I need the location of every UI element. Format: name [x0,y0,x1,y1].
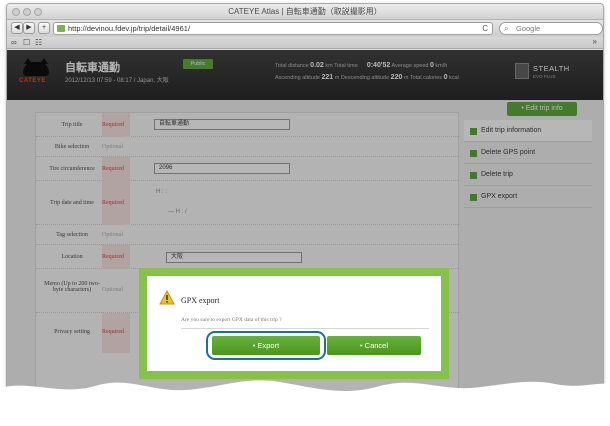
screenshot-page: CATEYE Atlas | 自転車通勤（取説撮影用） ◀ ▶ + http:/… [0,0,610,426]
bookmarks-more-icon[interactable]: » [593,37,597,46]
top-sites-grid-icon[interactable]: ☷ [35,38,42,47]
warning-icon [159,290,175,305]
title-bar: CATEYE Atlas | 自転車通勤（取説撮影用） [7,4,603,20]
browser-window: CATEYE Atlas | 自転車通勤（取説撮影用） ◀ ▶ + http:/… [6,3,604,421]
address-bar[interactable]: http://devinou.fdev.jp/trip/detail/4961/… [53,22,493,35]
address-url: http://devinou.fdev.jp/trip/detail/4961/ [68,24,191,33]
dialog-title: GPX export [181,296,220,305]
bookmarks-book-icon[interactable]: ☐ [23,38,30,47]
back-button[interactable]: ◀ [11,22,23,34]
reload-icon[interactable]: C [482,23,488,34]
reading-list-icon[interactable]: ∞ [11,38,17,47]
export-button[interactable]: • Export [212,336,320,355]
browser-toolbar: ◀ ▶ + http://devinou.fdev.jp/trip/detail… [7,20,603,37]
forward-button[interactable]: ▶ [23,22,35,34]
add-bookmark-button[interactable]: + [38,22,50,34]
dialog-divider [181,328,429,329]
bookmarks-bar: ∞ ☐ ☷ » [7,37,603,49]
site-favicon-icon [57,25,65,32]
search-icon: ⌕ [504,24,509,33]
gpx-export-dialog-frame: GPX export Are you sure to export GPX da… [139,268,449,379]
search-field[interactable]: ⌕ Google [499,22,603,35]
gpx-export-dialog: GPX export Are you sure to export GPX da… [147,276,441,371]
page-content: CATEYE 自転車通勤 2012/12/13 07:59 - 08:17 / … [7,50,603,420]
torn-paper-edge [0,380,610,426]
search-placeholder: Google [516,24,541,33]
window-title: CATEYE Atlas | 自転車通勤（取説撮影用） [228,7,382,16]
dialog-message: Are you sure to export GPX data of this … [181,317,282,323]
cancel-button[interactable]: • Cancel [327,336,421,355]
